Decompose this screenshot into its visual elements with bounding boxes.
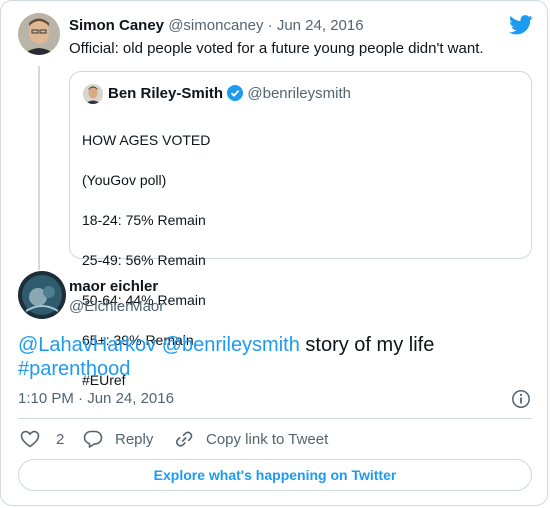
verified-badge-icon	[227, 85, 244, 101]
quoted-line: 18-24: 75% Remain	[82, 212, 206, 228]
quoted-author-handle: @benrileysmith	[247, 85, 351, 102]
reply-button[interactable]: Reply	[83, 430, 153, 448]
reply-time: 1:10 PM	[18, 390, 74, 407]
quoted-line: HOW AGES VOTED	[82, 132, 211, 148]
original-tweet-date[interactable]: Jun 24, 2016	[277, 17, 364, 34]
quoted-line: 25-49: 56% Remain	[82, 252, 206, 268]
twitter-bird-icon[interactable]	[509, 15, 533, 35]
info-icon[interactable]	[511, 389, 531, 409]
reply-author-name[interactable]: maor eichler	[69, 278, 158, 295]
original-tweet-header: Simon Caney @simoncaney · Jun 24, 2016	[69, 17, 364, 34]
hashtag-parenthood[interactable]: #parenthood	[18, 358, 130, 380]
link-icon	[174, 430, 194, 448]
like-button[interactable]: 2	[20, 430, 64, 448]
copy-link-button[interactable]: Copy link to Tweet	[174, 430, 328, 448]
actions-divider	[18, 418, 532, 419]
quoted-line: (YouGov poll)	[82, 172, 167, 188]
mention-benrileysmith[interactable]: @benrileysmith	[162, 334, 300, 356]
reply-timestamp[interactable]: 1:10 PM · Jun 24, 2016	[18, 390, 174, 407]
original-author-handle[interactable]: @simoncaney	[168, 17, 263, 34]
reply-body-text: story of my life	[305, 334, 435, 356]
original-author-name[interactable]: Simon Caney	[69, 17, 164, 34]
quoted-tweet-header: Ben Riley-Smith @benrileysmith	[108, 85, 351, 102]
header-separator: ·	[267, 17, 273, 34]
speech-bubble-icon	[83, 430, 103, 448]
thread-connector-line	[38, 66, 40, 270]
reply-date: Jun 24, 2016	[87, 390, 174, 407]
reply-label: Reply	[115, 430, 154, 448]
reply-tweet-text: @LahavHarkov @benrileysmith story of my …	[18, 333, 518, 381]
explore-twitter-button[interactable]: Explore what's happening on Twitter	[18, 459, 532, 491]
ben-riley-smith-avatar	[83, 84, 103, 104]
mention-lahavharkov[interactable]: @LahavHarkov	[18, 334, 156, 356]
timestamp-separator: ·	[78, 390, 84, 407]
reply-author-handle[interactable]: @EichlerMaor	[69, 298, 164, 315]
like-count: 2	[56, 430, 65, 448]
heart-icon	[20, 430, 40, 448]
maor-eichler-avatar[interactable]	[18, 271, 66, 319]
copy-link-label: Copy link to Tweet	[206, 430, 329, 448]
quoted-author-name: Ben Riley-Smith	[108, 85, 224, 102]
quoted-tweet-card[interactable]: Ben Riley-Smith @benrileysmith HOW AGES …	[69, 71, 532, 388]
simon-caney-avatar[interactable]	[18, 13, 60, 55]
original-tweet-text: Official: old people voted for a future …	[69, 40, 484, 57]
